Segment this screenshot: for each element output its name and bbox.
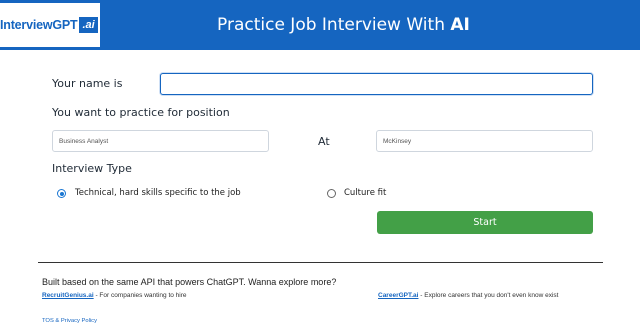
tos-link[interactable]: TOS & Privacy Policy (42, 318, 97, 324)
careergpt-desc: - Explore careers that you don't even kn… (418, 292, 559, 299)
careergpt-link[interactable]: CareerGPT.ai (378, 292, 418, 299)
company-input[interactable]: McKinsey (376, 130, 593, 152)
position-input[interactable]: Business Analyst (52, 130, 269, 152)
footer-divider (38, 262, 603, 263)
recruitgenius-desc: - For companies wanting to hire (93, 292, 187, 299)
interview-type-label: Interview Type (52, 162, 132, 175)
start-button[interactable]: Start (377, 211, 593, 234)
page-title-text: Practice Job Interview With (217, 15, 451, 35)
header-bar: InterviewGPT .ai Practice Job Interview … (0, 0, 640, 50)
technical-radio-label[interactable]: Technical, hard skills specific to the j… (75, 188, 241, 198)
recruitgenius-link[interactable]: RecruitGenius.ai (42, 292, 94, 299)
footer-link-recruitgenius-row: RecruitGenius.ai - For companies wanting… (42, 292, 187, 299)
footer-link-careergpt-row: CareerGPT.ai - Explore careers that you … (378, 292, 558, 299)
technical-radio[interactable] (57, 189, 66, 198)
culture-fit-radio[interactable] (327, 189, 336, 198)
name-label: Your name is (52, 77, 123, 90)
at-label: At (318, 135, 330, 148)
logo-text: InterviewGPT (0, 18, 78, 32)
position-label: You want to practice for position (52, 106, 230, 119)
culture-fit-radio-label[interactable]: Culture fit (344, 188, 386, 198)
footer-built-text: Built based on the same API that powers … (42, 277, 337, 287)
name-input[interactable] (160, 73, 593, 95)
page-title-bold: AI (450, 15, 470, 35)
logo[interactable]: InterviewGPT .ai (0, 3, 100, 47)
logo-badge: .ai (79, 17, 98, 33)
page-title: Practice Job Interview With AI (217, 15, 470, 35)
